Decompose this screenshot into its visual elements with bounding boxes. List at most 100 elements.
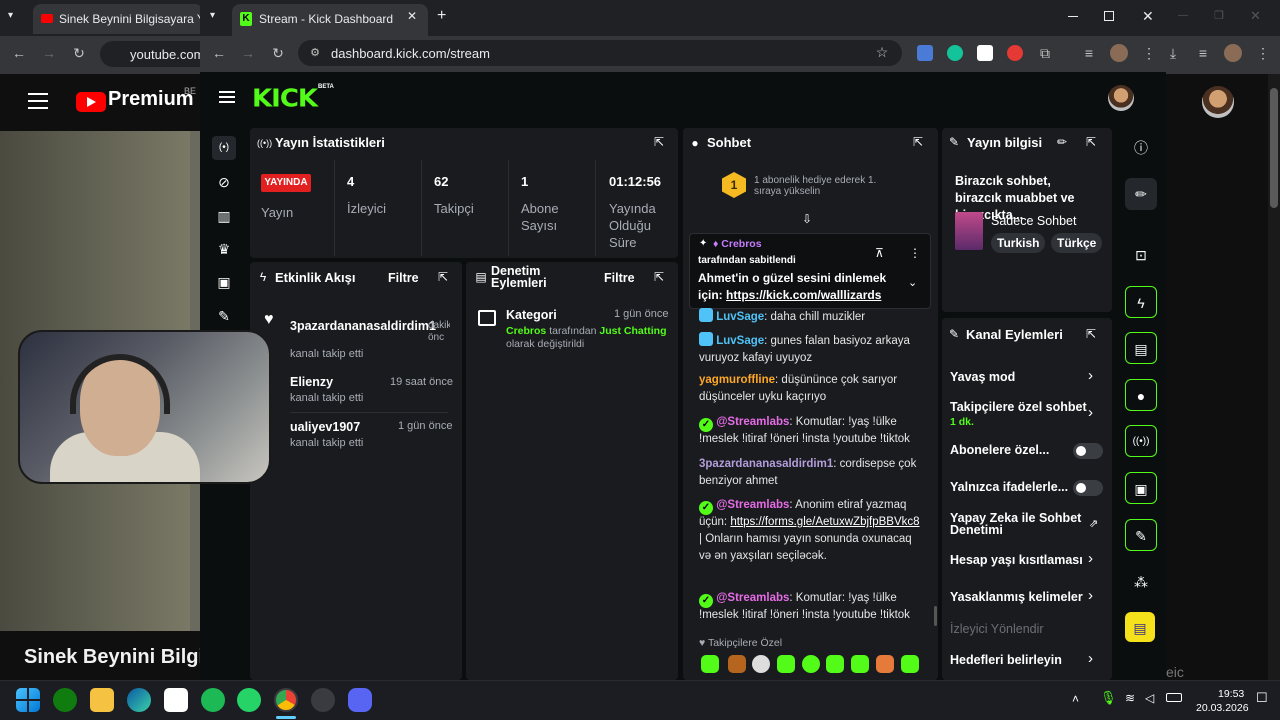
chart-icon[interactable]: ▥ (212, 204, 236, 228)
chevron-right-icon[interactable]: › (1088, 650, 1093, 667)
forward-icon[interactable]: → (239, 44, 257, 62)
volume-icon[interactable]: ◁ (1145, 691, 1154, 705)
back-icon[interactable]: ← (10, 44, 28, 62)
layout-action-icon[interactable]: ▣ (1125, 472, 1157, 504)
background-tab[interactable]: Sinek Beynini Bilgisayara Yükle (33, 4, 203, 34)
unpin-icon[interactable]: ⊼ (875, 246, 884, 260)
extension-icon[interactable] (977, 45, 993, 61)
info-icon[interactable]: ⓘ (1125, 132, 1157, 164)
emote-icon[interactable] (701, 655, 719, 673)
youtube-logo-icon[interactable] (76, 92, 106, 112)
translate-extension-icon[interactable] (917, 45, 933, 61)
expand-pinned-icon[interactable]: ⌄ (908, 276, 917, 289)
document-action-icon[interactable]: ▤ (1125, 332, 1157, 364)
back-icon[interactable]: ← (210, 44, 228, 62)
file-explorer-icon[interactable] (90, 688, 114, 712)
site-info-icon[interactable]: ⚙ (306, 44, 324, 62)
battery-icon[interactable] (1166, 693, 1182, 702)
maximize-icon[interactable] (1104, 11, 1114, 21)
download-icon[interactable]: ⤓ (1164, 44, 1182, 62)
chat-user[interactable]: @Streamlabs (716, 592, 789, 604)
active-tab[interactable]: K Stream - Kick Dashboard (232, 4, 428, 36)
whatsapp-icon[interactable] (237, 688, 261, 712)
chat-user[interactable]: 3pazardananasaldirdim1 (699, 458, 833, 470)
emote-icon[interactable] (901, 655, 919, 673)
chat-user[interactable]: LuvSage (716, 311, 764, 323)
emote-icon[interactable] (728, 655, 746, 673)
background-minimize-icon[interactable]: — (1178, 10, 1188, 21)
extensions-puzzle-icon[interactable]: ⧉ (1036, 44, 1054, 62)
edit-icon[interactable]: ✏ (1125, 178, 1157, 210)
reload-icon[interactable]: ↻ (269, 44, 287, 62)
chevron-right-icon[interactable]: › (1088, 587, 1093, 604)
spotify-icon[interactable] (201, 688, 225, 712)
film-icon[interactable]: ▣ (212, 270, 236, 294)
scroll-down-icon[interactable]: ⇩ (802, 212, 812, 226)
emote-icon[interactable] (752, 655, 770, 673)
chat-link[interactable]: https://forms.gle/AetuxwZbjfpBBVkc8 (730, 516, 919, 528)
popout-icon[interactable]: ⇱ (1084, 327, 1098, 341)
new-tab-button[interactable]: + (437, 7, 446, 25)
grammarly-extension-icon[interactable] (947, 45, 963, 61)
chat-user[interactable]: LuvSage (716, 335, 764, 347)
emote-icon[interactable] (777, 655, 795, 673)
emote-icon[interactable] (826, 655, 844, 673)
edit-pencil-icon[interactable]: ✏ (1055, 135, 1069, 149)
notifications-icon[interactable]: ☐ (1256, 690, 1268, 706)
background-menu-dots-icon[interactable]: ⋮ (1254, 44, 1272, 62)
chevron-right-icon[interactable]: › (1088, 550, 1093, 567)
emote-icon[interactable] (802, 655, 820, 673)
kick-logo[interactable]: KICK (252, 85, 318, 114)
lightning-action-icon[interactable]: ϟ (1125, 286, 1157, 318)
chat-user[interactable]: yagmuroffline (699, 374, 775, 386)
tag-chip[interactable]: Türkçe (1051, 233, 1102, 253)
popout-icon[interactable]: ⇱ (652, 270, 666, 284)
popout-icon[interactable]: ⇱ (1084, 135, 1098, 149)
kick-avatar[interactable] (1108, 85, 1134, 111)
forward-icon[interactable]: → (40, 44, 58, 62)
broadcast-action-icon[interactable]: ((•)) (1125, 425, 1157, 457)
minimize-icon[interactable] (1068, 16, 1078, 17)
pinned-user-name[interactable]: Crebros (721, 238, 761, 250)
moderation-item-user[interactable]: Crebros (506, 325, 546, 337)
category-name[interactable]: Sadece Sohbet (991, 214, 1077, 228)
bookmark-star-icon[interactable]: ☆ (873, 43, 891, 61)
microphone-icon[interactable]: 🎙 (1100, 690, 1117, 706)
camera-icon[interactable]: ⊡ (1125, 239, 1157, 271)
banned-words-label[interactable]: Yasaklanmış kelimeler (950, 591, 1083, 604)
chrome-icon[interactable] (274, 688, 298, 712)
goals-label[interactable]: Hedefleri belirleyin (950, 654, 1062, 667)
close-window-icon[interactable]: ✕ (1142, 8, 1154, 25)
adblock-extension-icon[interactable] (1007, 45, 1023, 61)
youtube-avatar[interactable] (1202, 86, 1234, 118)
media-control-icon[interactable]: ≡ (1080, 44, 1098, 62)
close-tab-icon[interactable]: ✕ (407, 9, 417, 23)
emote-icon[interactable] (876, 655, 894, 673)
tag-chip[interactable]: Turkish (991, 233, 1046, 253)
background-profile-avatar[interactable] (1224, 44, 1242, 62)
popout-icon[interactable]: ⇱ (652, 135, 666, 149)
clock-date[interactable]: 20.03.2026 (1196, 702, 1249, 714)
youtube-scrollbar-thumb[interactable] (1270, 88, 1278, 208)
trophy-icon[interactable]: ♛ (212, 237, 236, 261)
background-restore-icon[interactable]: ❐ (1214, 9, 1224, 22)
emote-icon[interactable] (851, 655, 869, 673)
background-media-icon[interactable]: ≡ (1194, 44, 1212, 62)
link-icon[interactable]: ⊘ (212, 170, 236, 194)
profile-avatar[interactable] (1110, 44, 1128, 62)
external-link-icon[interactable]: ⇗ (1089, 517, 1098, 530)
slow-mode-label[interactable]: Yavaş mod (950, 371, 1015, 384)
background-close-icon[interactable]: ✕ (1250, 8, 1261, 24)
account-age-label[interactable]: Hesap yaşı kısıtlaması (950, 554, 1083, 567)
broadcast-icon[interactable]: (•) (212, 136, 236, 160)
chat-user[interactable]: @Streamlabs (716, 499, 789, 511)
emotes-only-toggle[interactable] (1073, 480, 1103, 496)
clapper-icon[interactable]: ▤ (1125, 612, 1155, 642)
pinned-menu-icon[interactable]: ⋮ (909, 246, 921, 260)
store-icon[interactable] (164, 688, 188, 712)
obs-icon[interactable] (311, 688, 335, 712)
chat-user[interactable]: @Streamlabs (716, 416, 789, 428)
followers-chat-label[interactable]: Takipçilere özel sohbet (950, 401, 1087, 414)
hamburger-menu-icon[interactable] (219, 91, 235, 103)
apps-icon[interactable]: ⁂ (1125, 566, 1157, 598)
